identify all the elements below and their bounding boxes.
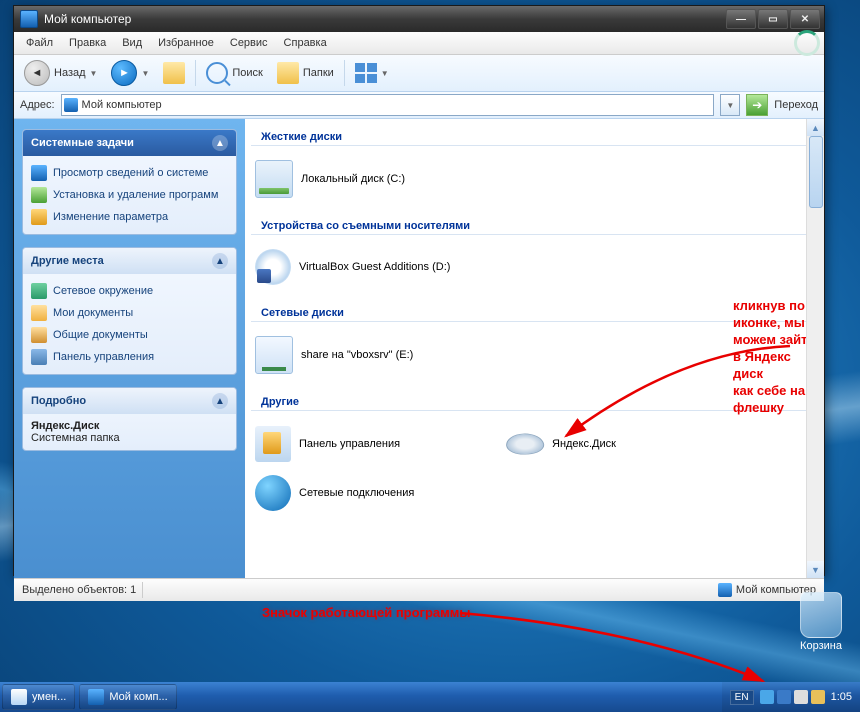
tray-shield-icon[interactable]	[811, 690, 825, 704]
address-bar: Адрес: Мой компьютер ▼ ➔ Переход	[14, 92, 824, 119]
window-icon	[20, 10, 38, 28]
address-input[interactable]: Мой компьютер	[61, 94, 715, 116]
up-button[interactable]	[159, 60, 189, 86]
minimize-button[interactable]: —	[726, 9, 756, 29]
place-network[interactable]: Сетевое окружение	[27, 280, 232, 302]
menu-favorites[interactable]: Избранное	[150, 34, 222, 52]
globe-icon	[255, 475, 291, 511]
category-removable: Устройства со съемными носителями	[251, 212, 818, 235]
collapse-icon[interactable]: ▲	[212, 135, 228, 151]
yandex-disk-icon	[504, 433, 545, 456]
details-panel: Подробно▲ Яндекс.Диск Системная папка	[22, 387, 237, 451]
other-places-panel: Другие места▲ Сетевое окружение Мои доку…	[22, 247, 237, 375]
throbber-icon	[794, 30, 820, 56]
item-network-connections[interactable]: Сетевые подключения	[247, 469, 733, 517]
content-area: Жесткие диски Локальный диск (C:) Устрой…	[245, 119, 824, 578]
task-document[interactable]: умен...	[2, 684, 75, 710]
category-hdd: Жесткие диски	[251, 123, 818, 146]
language-indicator[interactable]: EN	[730, 690, 754, 705]
tray: EN 1:05	[722, 682, 860, 712]
go-button[interactable]: ➔	[746, 94, 768, 116]
scrollbar[interactable]: ▲ ▼	[806, 119, 824, 578]
place-control-panel[interactable]: Панель управления	[27, 346, 232, 368]
collapse-icon[interactable]: ▲	[212, 393, 228, 409]
maximize-button[interactable]: ▭	[758, 9, 788, 29]
item-control-panel[interactable]: Панель управления	[247, 419, 498, 469]
annotation-2: Значок работающей программы	[262, 605, 470, 620]
address-dropdown[interactable]: ▼	[720, 94, 740, 116]
computer-icon	[64, 98, 78, 112]
arrow-2-icon	[455, 603, 775, 693]
desktop: Мой компьютер — ▭ ✕ Файл Правка Вид Избр…	[0, 0, 860, 712]
item-yandex-disk[interactable]: Яндекс.Диск	[498, 419, 749, 469]
back-button[interactable]: ◄Назад▼	[20, 58, 101, 88]
search-button[interactable]: Поиск	[202, 60, 266, 86]
tray-icons[interactable]	[760, 690, 825, 704]
tray-icon[interactable]	[760, 690, 774, 704]
menubar: Файл Правка Вид Избранное Сервис Справка	[14, 32, 824, 55]
status-selection: Выделено объектов: 1	[22, 584, 136, 596]
computer-icon	[718, 583, 732, 597]
cd-icon	[255, 249, 291, 285]
taskbar[interactable]: умен... Мой комп... EN 1:05	[0, 682, 860, 712]
recycle-bin[interactable]: Корзина	[800, 592, 842, 652]
details-name: Яндекс.Диск	[31, 420, 228, 432]
collapse-icon[interactable]: ▲	[212, 253, 228, 269]
tray-volume-icon[interactable]	[794, 690, 808, 704]
menu-help[interactable]: Справка	[276, 34, 335, 52]
statusbar: Выделено объектов: 1 Мой компьютер	[14, 578, 824, 601]
drive-local-c[interactable]: Локальный диск (C:)	[247, 154, 498, 204]
menu-tools[interactable]: Сервис	[222, 34, 276, 52]
drive-guest-additions[interactable]: VirtualBox Guest Additions (D:)	[247, 243, 498, 291]
task-my-computer[interactable]: Мой комп...	[79, 684, 176, 710]
other-places-header[interactable]: Другие места▲	[23, 248, 236, 274]
task-add-remove[interactable]: Установка и удаление программ	[27, 184, 232, 206]
task-change-setting[interactable]: Изменение параметра	[27, 206, 232, 228]
network-drive-icon	[255, 336, 293, 374]
place-shared-docs[interactable]: Общие документы	[27, 324, 232, 346]
details-header[interactable]: Подробно▲	[23, 388, 236, 414]
details-type: Системная папка	[31, 432, 120, 444]
system-tasks-header[interactable]: Системные задачи▲	[23, 130, 236, 156]
close-button[interactable]: ✕	[790, 9, 820, 29]
forward-button[interactable]: ►▼	[107, 58, 153, 88]
task-system-info[interactable]: Просмотр сведений о системе	[27, 162, 232, 184]
control-panel-icon	[255, 426, 291, 462]
views-button[interactable]: ▼	[351, 61, 393, 85]
scroll-thumb[interactable]	[809, 136, 823, 208]
explorer-window: Мой компьютер — ▭ ✕ Файл Правка Вид Избр…	[13, 5, 825, 576]
menu-file[interactable]: Файл	[18, 34, 61, 52]
folders-button[interactable]: Папки	[273, 60, 338, 86]
system-tasks-panel: Системные задачи▲ Просмотр сведений о си…	[22, 129, 237, 235]
go-label[interactable]: Переход	[774, 99, 818, 111]
titlebar[interactable]: Мой компьютер — ▭ ✕	[14, 6, 824, 32]
drive-share-e[interactable]: share на "vboxsrv" (E:)	[247, 330, 498, 380]
hdd-icon	[255, 160, 293, 198]
sidebar: Системные задачи▲ Просмотр сведений о си…	[14, 119, 245, 578]
menu-view[interactable]: Вид	[114, 34, 150, 52]
recycle-bin-icon	[800, 592, 842, 638]
window-title: Мой компьютер	[44, 12, 726, 26]
toolbar: ◄Назад▼ ►▼ Поиск Папки ▼	[14, 55, 824, 92]
menu-edit[interactable]: Правка	[61, 34, 114, 52]
tray-icon[interactable]	[777, 690, 791, 704]
scroll-up[interactable]: ▲	[807, 119, 824, 136]
scroll-down[interactable]: ▼	[807, 561, 824, 578]
clock[interactable]: 1:05	[831, 691, 852, 703]
address-label: Адрес:	[20, 99, 55, 111]
place-my-docs[interactable]: Мои документы	[27, 302, 232, 324]
